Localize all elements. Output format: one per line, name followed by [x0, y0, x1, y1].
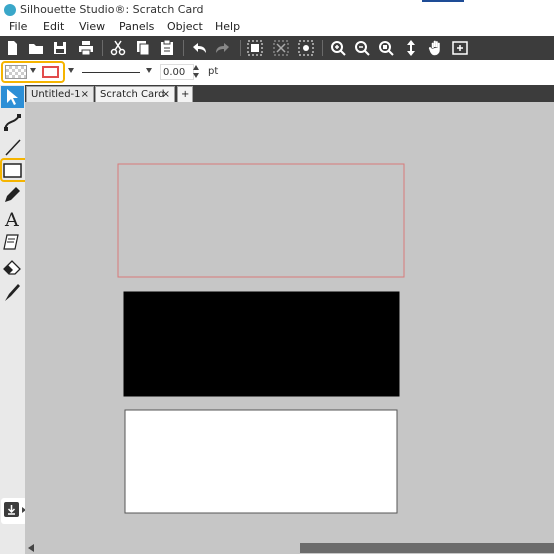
- menu-file[interactable]: File: [9, 20, 27, 33]
- panel-expand-button[interactable]: [1, 498, 27, 524]
- menu-bar: File Edit View Panels Object Help: [0, 20, 554, 36]
- fill-dropdown-arrow-icon[interactable]: [30, 68, 36, 73]
- toolbar-separator: [240, 40, 241, 56]
- design-canvas[interactable]: [25, 102, 554, 542]
- menu-view[interactable]: View: [79, 20, 105, 33]
- eraser-paper-icon[interactable]: [2, 232, 23, 253]
- print-icon[interactable]: [77, 39, 95, 57]
- move-icon[interactable]: [402, 39, 420, 57]
- outlined-rectangle[interactable]: [117, 163, 405, 278]
- download-icon: [4, 502, 19, 517]
- menu-edit[interactable]: Edit: [43, 20, 64, 33]
- zoom-to-fit-icon[interactable]: [377, 39, 395, 57]
- paste-icon[interactable]: [158, 39, 176, 57]
- window-title: Silhouette Studio®: Scratch Card: [20, 3, 204, 16]
- stroke-color-swatch[interactable]: [42, 66, 59, 78]
- redo-icon[interactable]: [214, 39, 232, 57]
- tab-label: Untitled-1: [31, 89, 81, 100]
- zoom-out-icon[interactable]: [353, 39, 371, 57]
- tab-label: Scratch Card: [100, 89, 165, 100]
- white-rectangle[interactable]: [124, 409, 398, 514]
- menu-panels[interactable]: Panels: [119, 20, 154, 33]
- close-icon[interactable]: ×: [81, 87, 89, 102]
- group-icon[interactable]: [246, 39, 264, 57]
- ungroup-icon[interactable]: [272, 39, 290, 57]
- scroll-thumb[interactable]: [300, 543, 554, 553]
- cut-icon[interactable]: [109, 39, 127, 57]
- replicate-icon[interactable]: [297, 39, 315, 57]
- undo-icon[interactable]: [190, 39, 208, 57]
- edit-points-icon[interactable]: [2, 112, 23, 133]
- tab-untitled-1[interactable]: Untitled-1 ×: [26, 86, 94, 102]
- svg-text:A: A: [4, 209, 19, 229]
- add-tab-label: +: [181, 89, 190, 100]
- stepper-up-icon[interactable]: [193, 65, 199, 70]
- pencil-tool-icon[interactable]: [2, 184, 23, 205]
- toolbar-separator: [102, 40, 103, 56]
- zoom-in-icon[interactable]: [329, 39, 347, 57]
- rectangle-tool-icon[interactable]: [3, 160, 24, 181]
- stroke-dropdown-arrow-icon[interactable]: [68, 68, 74, 73]
- text-tool-icon[interactable]: A: [2, 208, 23, 229]
- scroll-left-arrow-icon[interactable]: [28, 544, 34, 552]
- eraser-tool-icon[interactable]: [2, 257, 23, 278]
- document-tab-strip: Untitled-1 × Scratch Card × +: [25, 85, 554, 102]
- menu-help[interactable]: Help: [215, 20, 240, 33]
- add-page-icon[interactable]: [451, 39, 469, 57]
- select-arrow-icon[interactable]: [1, 86, 24, 108]
- knife-tool-icon[interactable]: [2, 282, 23, 303]
- black-rectangle[interactable]: [123, 291, 400, 397]
- properties-bar: pt: [0, 60, 554, 86]
- copy-icon[interactable]: [134, 39, 152, 57]
- stepper-down-icon[interactable]: [193, 73, 199, 78]
- main-toolbar: [0, 36, 554, 60]
- line-weight-input[interactable]: [160, 64, 194, 80]
- horizontal-scrollbar[interactable]: [25, 542, 554, 554]
- tools-sidebar: A: [0, 85, 32, 554]
- toolbar-separator: [183, 40, 184, 56]
- line-style-dropdown-arrow-icon[interactable]: [146, 68, 152, 73]
- add-tab-button[interactable]: +: [177, 86, 193, 102]
- line-weight-unit: pt: [208, 66, 219, 77]
- pan-hand-icon[interactable]: [427, 39, 445, 57]
- title-accent: [422, 0, 464, 2]
- close-icon[interactable]: ×: [162, 87, 170, 102]
- line-weight-stepper[interactable]: [193, 64, 201, 80]
- open-folder-icon[interactable]: [27, 39, 45, 57]
- toolbar-separator: [322, 40, 323, 56]
- title-bar: Silhouette Studio®: Scratch Card: [0, 0, 554, 20]
- new-document-icon[interactable]: [3, 39, 21, 57]
- silhouette-app-icon: [4, 4, 16, 16]
- menu-object[interactable]: Object: [167, 20, 203, 33]
- save-icon[interactable]: [51, 39, 69, 57]
- fill-swatch[interactable]: [5, 65, 27, 79]
- line-tool-icon[interactable]: [2, 137, 23, 158]
- line-style-preview[interactable]: [82, 72, 140, 73]
- tab-scratch-card[interactable]: Scratch Card ×: [95, 86, 175, 102]
